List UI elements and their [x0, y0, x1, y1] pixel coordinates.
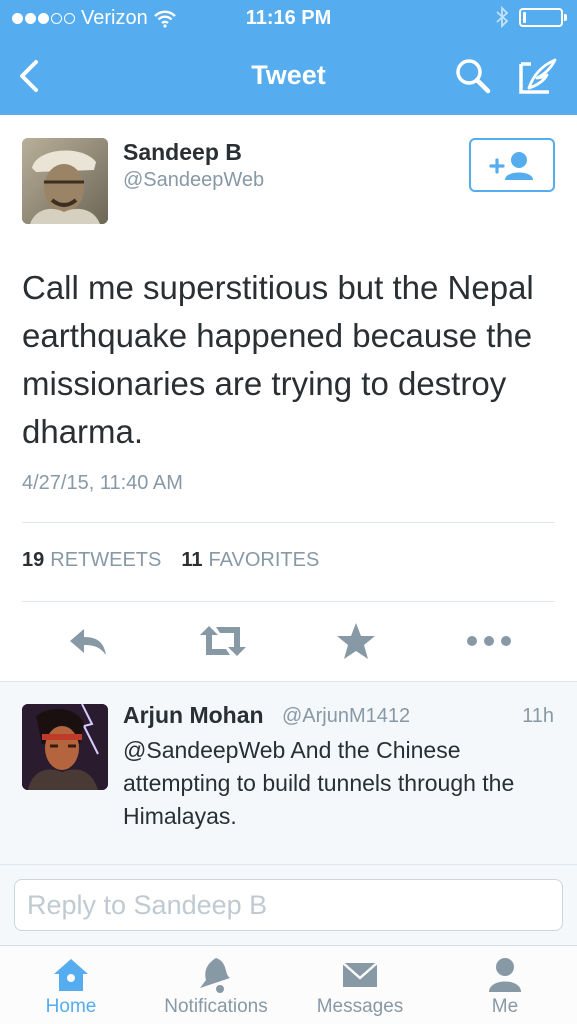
reply-author-name[interactable]: Arjun Mohan [123, 702, 264, 729]
reply-author-avatar[interactable] [22, 704, 108, 790]
more-options-icon[interactable] [464, 621, 514, 661]
tab-me-label: Me [491, 996, 519, 1017]
tweet-timestamp: 4/27/15, 11:40 AM [22, 472, 183, 494]
tab-notifications[interactable]: Notifications [150, 946, 282, 1024]
envelope-icon [342, 962, 378, 987]
author-name[interactable]: Sandeep B [123, 139, 242, 166]
reply-author-handle[interactable]: @ArjunM1412 [282, 705, 410, 728]
divider [22, 522, 555, 523]
bluetooth-icon [496, 6, 509, 28]
favorite-star-icon[interactable] [334, 621, 378, 661]
tab-notifications-label: Notifications [164, 996, 268, 1017]
retweet-icon[interactable] [198, 621, 248, 661]
search-icon[interactable] [453, 56, 493, 96]
add-user-icon [489, 152, 533, 180]
retweets-count[interactable]: 19 [22, 549, 44, 572]
compose-icon[interactable] [515, 54, 559, 98]
follow-button[interactable] [469, 138, 555, 192]
divider [22, 601, 555, 602]
tab-bar: Home Notifications Messages Me [0, 945, 577, 1024]
reply-compose-bar [0, 865, 577, 945]
reply-input[interactable] [14, 879, 563, 931]
reply-tweet[interactable]: Arjun Mohan @ArjunM1412 11h @SandeepWeb … [0, 681, 577, 865]
tab-me[interactable]: Me [450, 946, 560, 1024]
header: Verizon 11:16 PM Tweet [0, 0, 577, 115]
home-icon [54, 959, 88, 991]
reply-timestamp: 11h [522, 705, 554, 727]
battery-icon [519, 7, 567, 27]
tweet-text: Call me superstitious but the Nepal eart… [22, 269, 534, 450]
retweets-label[interactable]: RETWEETS [50, 549, 161, 572]
status-time: 11:16 PM [245, 7, 332, 29]
nav-bar: Tweet [0, 38, 577, 115]
tab-messages[interactable]: Messages [300, 946, 420, 1024]
battery-level [523, 11, 526, 23]
tab-messages-label: Messages [316, 996, 404, 1017]
tab-home-label: Home [45, 996, 97, 1017]
bell-icon [200, 958, 230, 993]
author-handle[interactable]: @SandeepWeb [123, 169, 264, 192]
tweet-actions [0, 616, 577, 666]
favorites-label[interactable]: FAVORITES [209, 549, 320, 572]
tab-home[interactable]: Home [12, 946, 130, 1024]
status-bar: Verizon 11:16 PM [0, 0, 577, 38]
favorites-count[interactable]: 11 [181, 549, 202, 572]
reply-text: @SandeepWeb And the Chinese attempting t… [123, 737, 515, 829]
person-icon [489, 958, 521, 992]
tweet-stats: 19 RETWEETS 11 FAVORITES [22, 549, 319, 572]
author-avatar[interactable] [22, 138, 108, 224]
reply-icon[interactable] [66, 621, 110, 661]
status-right [495, 6, 567, 28]
